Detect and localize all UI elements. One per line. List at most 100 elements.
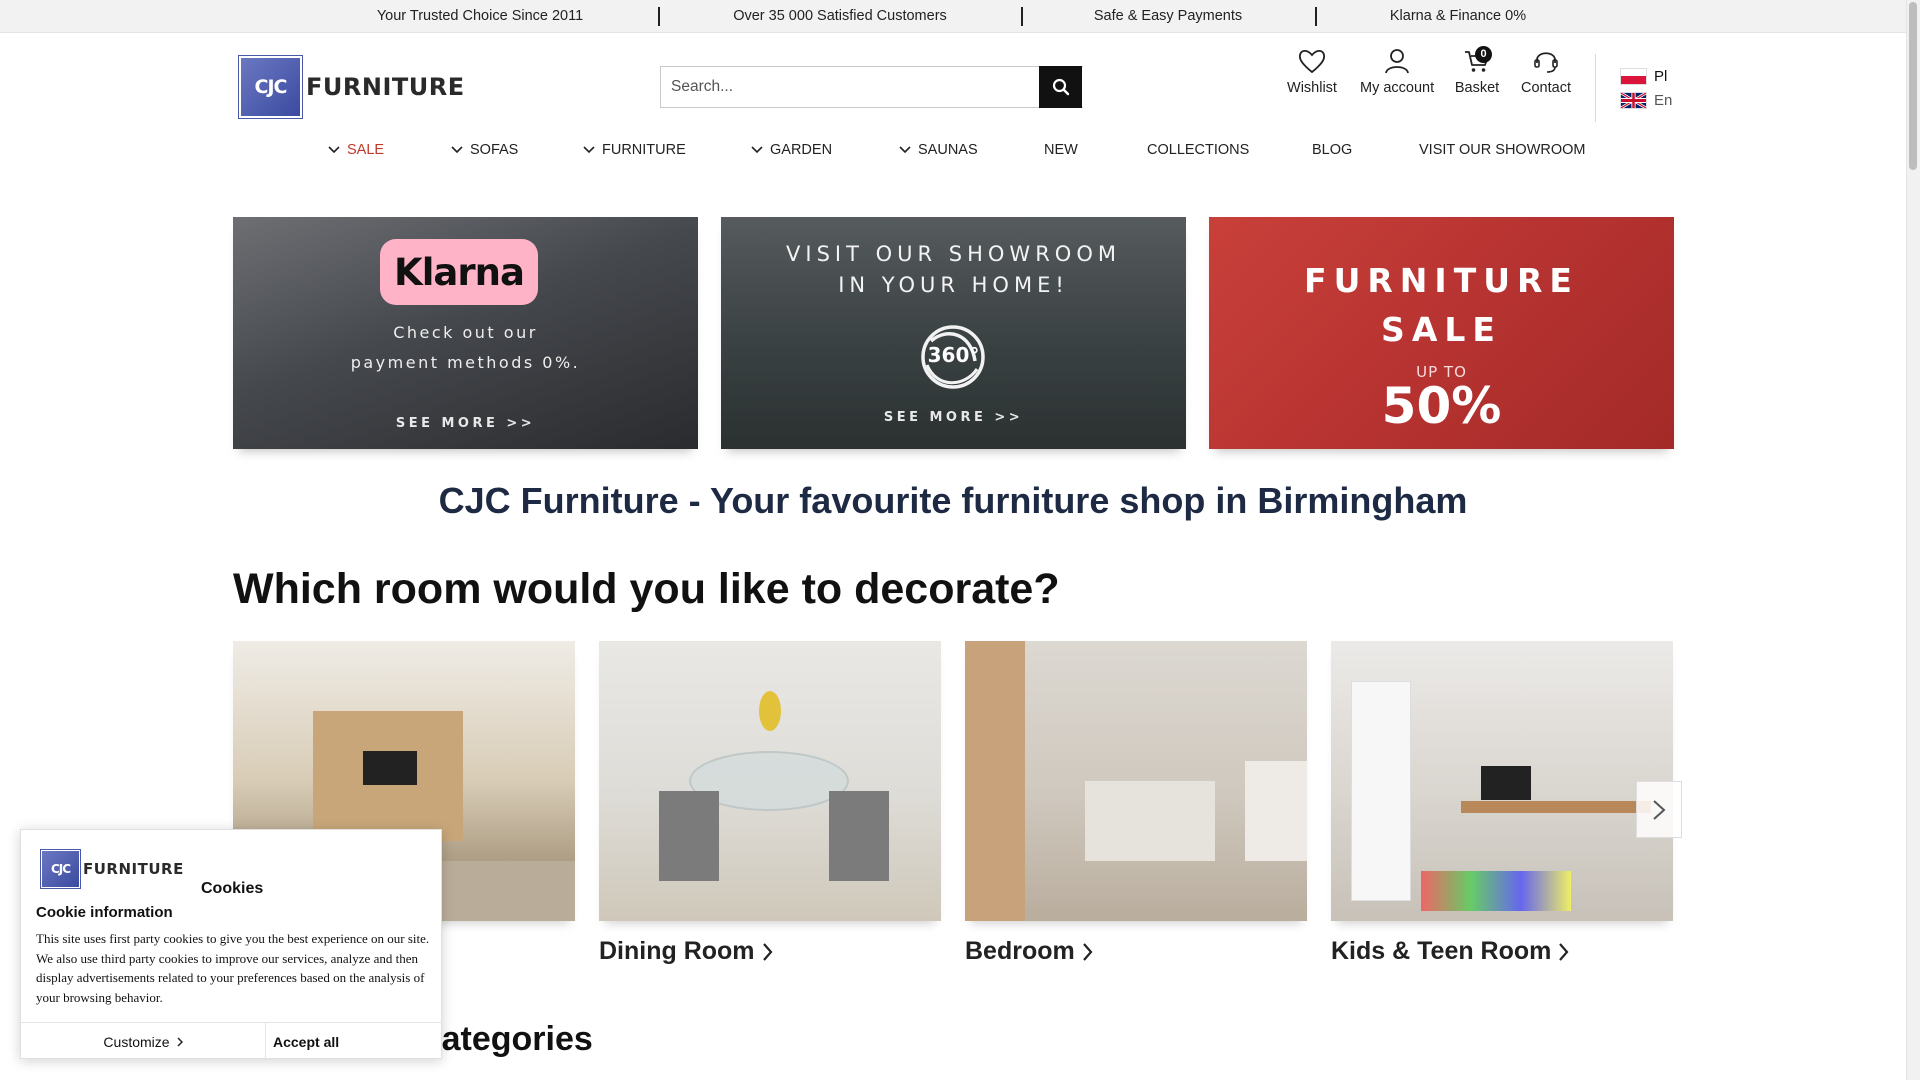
language-en[interactable]: En [1620, 90, 1672, 110]
nav-furniture[interactable]: FURNITURE [583, 140, 686, 160]
desk-shape [1461, 801, 1651, 813]
basket-count-badge: 0 [1475, 46, 1492, 63]
chair-shape [829, 791, 889, 881]
room-label-bedroom: Bedroom [965, 937, 1075, 965]
my-account-link[interactable]: My account [1360, 48, 1434, 108]
nav-new[interactable]: NEW [1044, 140, 1078, 160]
nav-saunas[interactable]: SAUNAS [899, 140, 978, 160]
klarna-see-more: SEE MORE >> [395, 416, 536, 431]
nav-visit-showroom[interactable]: VISIT OUR SHOWROOM [1419, 140, 1586, 160]
cookie-accept-all-button[interactable]: Accept all [266, 1023, 441, 1060]
topbar-trusted: Your Trusted Choice Since 2011 [376, 8, 584, 24]
room-tile-kids[interactable] [1331, 641, 1673, 921]
room-link-dining[interactable]: Dining Room [599, 937, 773, 966]
carousel-next-button[interactable] [1636, 781, 1682, 838]
nav-sale[interactable]: SALE [328, 140, 384, 160]
user-icon [1385, 49, 1409, 74]
contact-link[interactable]: Contact [1520, 48, 1572, 108]
nav-furniture-label: FURNITURE [602, 142, 686, 158]
heart-icon [1298, 49, 1326, 74]
dresser-shape [1245, 761, 1307, 861]
topbar-payments: Safe & Easy Payments [1093, 8, 1243, 24]
language-pl-label: Pl [1654, 67, 1668, 85]
furniture-sale-banner[interactable]: FURNITURE SALE UP TO 50% [1209, 217, 1674, 449]
cookie-logo-wordmark: FURNITURE [83, 860, 184, 878]
nav-garden[interactable]: GARDEN [751, 140, 832, 160]
sale-banner-percent: 50% [1381, 377, 1502, 435]
logo-mark: CJC [239, 56, 302, 118]
room-label-dining: Dining Room [599, 937, 755, 965]
nav-blog[interactable]: BLOG [1312, 140, 1352, 160]
cookie-consent-dialog: CJC FURNITURE Cookies Cookie information… [20, 829, 442, 1061]
cookie-actions: Customize Accept all [21, 1022, 441, 1061]
chevron-down-icon [751, 146, 763, 154]
klarna-logo: Klarna [380, 239, 538, 305]
chevron-down-icon [583, 146, 595, 154]
chevron-down-icon [451, 146, 463, 154]
language-pl[interactable]: Pl [1620, 66, 1667, 86]
nav-collections[interactable]: COLLECTIONS [1147, 140, 1249, 160]
cookie-subtitle: Cookie information [36, 904, 173, 921]
search-button[interactable] [1039, 66, 1082, 108]
search-input[interactable]: Search... [660, 66, 1083, 108]
chevron-right-icon [1653, 799, 1666, 820]
showroom-banner-line1: VISIT OUR SHOWROOM [786, 242, 1121, 266]
showroom-banner[interactable]: VISIT OUR SHOWROOM IN YOUR HOME! 360° SE… [721, 217, 1186, 449]
topbar-divider [1315, 7, 1317, 26]
tv-shape [363, 751, 417, 785]
logo-wordmark: FURNITURE [306, 73, 465, 101]
room-tile-bedroom[interactable] [965, 641, 1307, 921]
room-link-kids[interactable]: Kids & Teen Room [1331, 937, 1569, 966]
chevron-right-icon [177, 1037, 183, 1047]
header-divider [1595, 54, 1596, 122]
page-scrollbar[interactable] [1906, 0, 1920, 1080]
klarna-banner-line2: payment methods 0%. [350, 353, 581, 372]
monitor-shape [1481, 766, 1531, 800]
sale-banner-line2: SALE [1381, 310, 1502, 349]
site-logo[interactable]: CJC FURNITURE [239, 56, 465, 118]
nav-saunas-label: SAUNAS [918, 142, 978, 158]
klarna-banner-line1: Check out our [393, 323, 538, 342]
top-info-bar: Your Trusted Choice Since 2011 Over 35 0… [0, 0, 1906, 33]
kids-wardrobe-shape [1351, 681, 1411, 901]
klarna-banner[interactable]: Klarna Check out our payment methods 0%.… [233, 217, 698, 449]
cookie-logo-mark: CJC [41, 850, 80, 888]
topbar-customers: Over 35 000 Satisfied Customers [733, 8, 947, 24]
nav-sale-label: SALE [347, 142, 385, 158]
chevron-right-icon [1559, 942, 1569, 961]
uk-flag-icon [1620, 91, 1647, 109]
nav-sofas[interactable]: SOFAS [451, 140, 518, 160]
chevron-down-icon [899, 146, 911, 154]
topbar-klarna: Klarna & Finance 0% [1389, 8, 1527, 24]
bed-shape [1085, 781, 1215, 861]
showroom-see-more: SEE MORE >> [883, 410, 1024, 425]
cookie-logo: CJC FURNITURE [41, 850, 184, 888]
search-icon [1052, 78, 1069, 96]
room-label-kids: Kids & Teen Room [1331, 937, 1552, 965]
basket-label: Basket [1454, 80, 1500, 96]
wardrobe-shape [965, 641, 1025, 921]
cookie-customize-button[interactable]: Customize [21, 1023, 266, 1061]
chevron-right-icon [762, 942, 772, 961]
room-tile-dining[interactable] [599, 641, 941, 921]
account-label: My account [1360, 80, 1435, 96]
chevron-down-icon [328, 146, 340, 154]
language-en-label: En [1654, 91, 1673, 109]
sale-banner-line1: FURNITURE [1304, 261, 1579, 300]
room-link-bedroom[interactable]: Bedroom [965, 937, 1093, 966]
cookie-description: This site uses first party cookies to gi… [36, 931, 430, 1005]
showroom-banner-line2: IN YOUR HOME! [838, 273, 1069, 297]
wishlist-link[interactable]: Wishlist [1285, 48, 1339, 108]
topbar-divider [658, 7, 660, 26]
rug-shape [1421, 871, 1571, 911]
headset-icon [1534, 52, 1558, 73]
nav-sofas-label: SOFAS [470, 142, 519, 158]
basket-link[interactable]: 0 Basket [1454, 46, 1500, 108]
scrollbar-thumb[interactable] [1909, 2, 1917, 170]
wishlist-label: Wishlist [1287, 80, 1337, 96]
showroom-360-label: 360° [927, 343, 980, 367]
cookie-customize-label: Customize [103, 1034, 170, 1050]
room-heading: Which room would you like to decorate? [233, 565, 1060, 613]
topbar-divider [1021, 7, 1023, 26]
chair-shape [659, 791, 719, 881]
